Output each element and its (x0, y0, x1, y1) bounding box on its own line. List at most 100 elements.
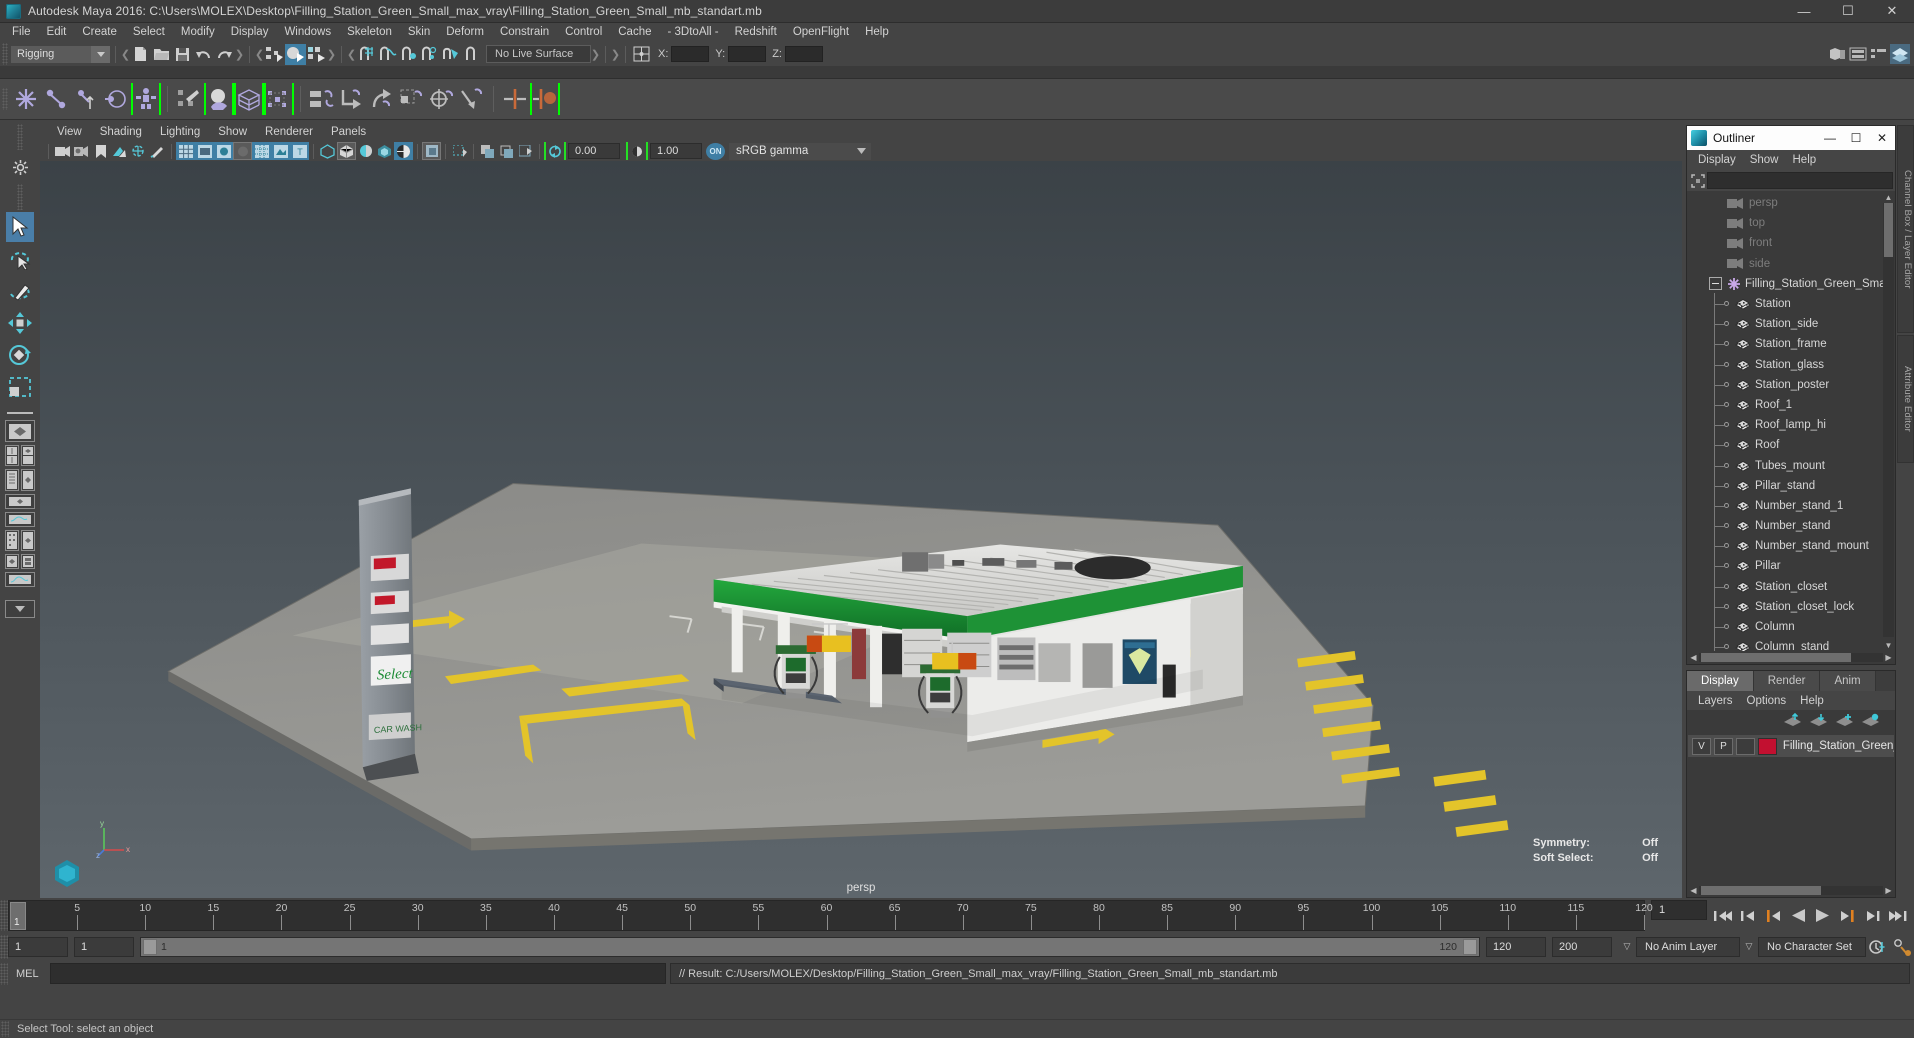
toolbox-grip[interactable] (17, 124, 23, 150)
tab-display[interactable]: Display (1687, 671, 1754, 691)
outliner-close-button[interactable]: ✕ (1869, 126, 1895, 150)
menu-create[interactable]: Create (74, 23, 125, 42)
outliner-item-pillar[interactable]: Pillar (1687, 555, 1895, 577)
smooth-bind-icon[interactable] (204, 83, 234, 115)
layout-single-perspective-icon[interactable] (5, 420, 35, 442)
make-live-icon[interactable] (461, 44, 482, 65)
camera-attributes-icon[interactable] (72, 142, 91, 160)
history-expand-icon[interactable]: ❯ (611, 44, 620, 64)
layout-two-panes-icon[interactable] (5, 445, 19, 466)
viewport-menu-view[interactable]: View (48, 126, 91, 138)
motion-blur-icon[interactable] (356, 142, 375, 160)
point-constraint-icon[interactable] (337, 83, 367, 115)
viewport-menu-shading[interactable]: Shading (91, 126, 151, 138)
character-set-select[interactable]: No Character Set (1758, 936, 1866, 957)
outliner-item-station_poster[interactable]: Station_poster (1687, 373, 1895, 395)
snap-expand-icon[interactable]: ❯ (591, 44, 600, 64)
undo-icon[interactable] (193, 44, 214, 65)
show-attribute-editor-icon[interactable] (1848, 44, 1868, 64)
layer-row[interactable]: V P Filling_Station_Green_S (1688, 735, 1894, 757)
outliner-item-station[interactable]: Station (1687, 293, 1895, 315)
open-scene-icon[interactable] (151, 44, 172, 65)
playback-options-chevron-icon[interactable]: ▽ (1618, 937, 1636, 957)
anim-layer-chevron-icon[interactable]: ▽ (1740, 937, 1758, 957)
outliner-menu-display[interactable]: Display (1691, 154, 1743, 166)
tab-attribute-editor[interactable]: Attribute Editor (1897, 335, 1914, 463)
outliner-item-front[interactable]: front (1687, 233, 1895, 253)
menu-control[interactable]: Control (557, 23, 610, 42)
pole-vector-constraint-icon[interactable] (457, 83, 487, 115)
image-plane-icon[interactable] (110, 142, 129, 160)
layer-hscroll-track[interactable] (1699, 886, 1883, 895)
select-by-component-icon[interactable] (306, 44, 327, 65)
step-back-frame-icon[interactable] (1762, 905, 1784, 927)
select-by-object-type-icon[interactable] (285, 43, 306, 65)
outliner-item-persp[interactable]: persp (1687, 193, 1895, 213)
select-tool-icon[interactable] (6, 212, 34, 242)
tab-channel-box-layer-editor[interactable]: Channel Box / Layer Editor (1897, 125, 1914, 333)
step-forward-key-icon[interactable] (1862, 905, 1884, 927)
menu-skin[interactable]: Skin (400, 23, 438, 42)
outliner-item-top[interactable]: top (1687, 213, 1895, 233)
snap-to-curve-icon[interactable] (377, 44, 398, 65)
outliner-item-roof[interactable]: Roof (1687, 434, 1895, 456)
create-new-layer-icon[interactable] (1836, 713, 1853, 730)
command-language-label[interactable]: MEL (8, 968, 50, 980)
coord-x-field[interactable] (671, 46, 710, 62)
outliner-item-number_stand[interactable]: Number_stand (1687, 515, 1895, 537)
layer-playback-toggle[interactable]: P (1713, 737, 1733, 755)
outliner-item-pillar_stand[interactable]: Pillar_stand (1687, 474, 1895, 496)
move-layer-up-icon[interactable] (1784, 712, 1801, 730)
toolbar-collapse-left-icon[interactable]: ❮ (121, 44, 130, 64)
wireframe-shading-icon[interactable] (176, 142, 195, 160)
isolate-select-icon[interactable] (422, 142, 441, 160)
menu-skeleton[interactable]: Skeleton (339, 23, 400, 42)
layout-persp-2-icon[interactable] (21, 530, 35, 551)
range-start-field-2[interactable]: 1 (74, 936, 134, 957)
snap-to-projected-center-icon[interactable] (419, 44, 440, 65)
menu-cache[interactable]: Cache (610, 23, 659, 42)
redo-icon[interactable] (214, 44, 235, 65)
gamma-toggle-icon[interactable] (626, 142, 648, 160)
menu-set-selector[interactable]: Rigging (11, 45, 91, 63)
play-forwards-icon[interactable] (1812, 905, 1834, 927)
xray-mode-icon[interactable] (450, 142, 469, 160)
selection-expand-icon[interactable]: ❯ (327, 44, 336, 64)
layout-persp-3-icon[interactable] (5, 554, 19, 569)
coord-z-field[interactable] (784, 46, 823, 62)
menu-openflight[interactable]: OpenFlight (785, 23, 857, 42)
layout-graph-editor-icon[interactable] (5, 512, 35, 527)
transform-field-mode-icon[interactable] (631, 44, 652, 65)
range-slider-bar[interactable]: 1 120 (140, 936, 1480, 957)
shelf-tab-row[interactable] (0, 66, 1914, 79)
range-start-field[interactable]: 1 (8, 936, 68, 957)
play-backwards-icon[interactable] (1787, 905, 1809, 927)
layout-more-chevron-down-icon[interactable] (5, 600, 35, 618)
menu-help[interactable]: Help (857, 23, 897, 42)
create-joint-icon[interactable] (11, 83, 41, 115)
close-button[interactable]: ✕ (1870, 0, 1914, 23)
outliner-scroll-left-icon[interactable]: ◀ (1688, 652, 1699, 663)
layer-menu-help[interactable]: Help (1793, 695, 1831, 707)
layout-graph-editor-2-icon[interactable] (5, 572, 35, 587)
menu-windows[interactable]: Windows (276, 23, 339, 42)
paint-select-tool-icon[interactable] (6, 276, 34, 306)
layout-outliner-persp-icon[interactable] (5, 469, 19, 491)
outliner-scroll-right-icon[interactable]: ▶ (1883, 652, 1894, 663)
two-d-pan-zoom-icon[interactable] (129, 142, 148, 160)
scale-tool-icon[interactable] (6, 372, 34, 402)
layout-four-panes-icon[interactable] (21, 445, 35, 466)
layer-visibility-toggle[interactable]: V (1692, 737, 1711, 755)
range-left-handle[interactable] (143, 938, 157, 955)
viewport-menu-show[interactable]: Show (209, 126, 256, 138)
outliner-item-side[interactable]: side (1687, 254, 1895, 274)
command-line-grip[interactable] (0, 962, 8, 985)
maximize-button[interactable]: ☐ (1826, 0, 1870, 23)
outliner-scroll-up-icon[interactable]: ▲ (1883, 191, 1894, 203)
help-line-grip[interactable] (1, 1021, 9, 1037)
quick-rig-icon[interactable] (131, 83, 161, 115)
select-by-hierarchy-icon[interactable] (264, 44, 285, 65)
layer-scroll-left-icon[interactable]: ◀ (1688, 885, 1699, 896)
outliner-item-column[interactable]: Column (1687, 616, 1895, 638)
snap-to-point-icon[interactable] (398, 44, 419, 65)
